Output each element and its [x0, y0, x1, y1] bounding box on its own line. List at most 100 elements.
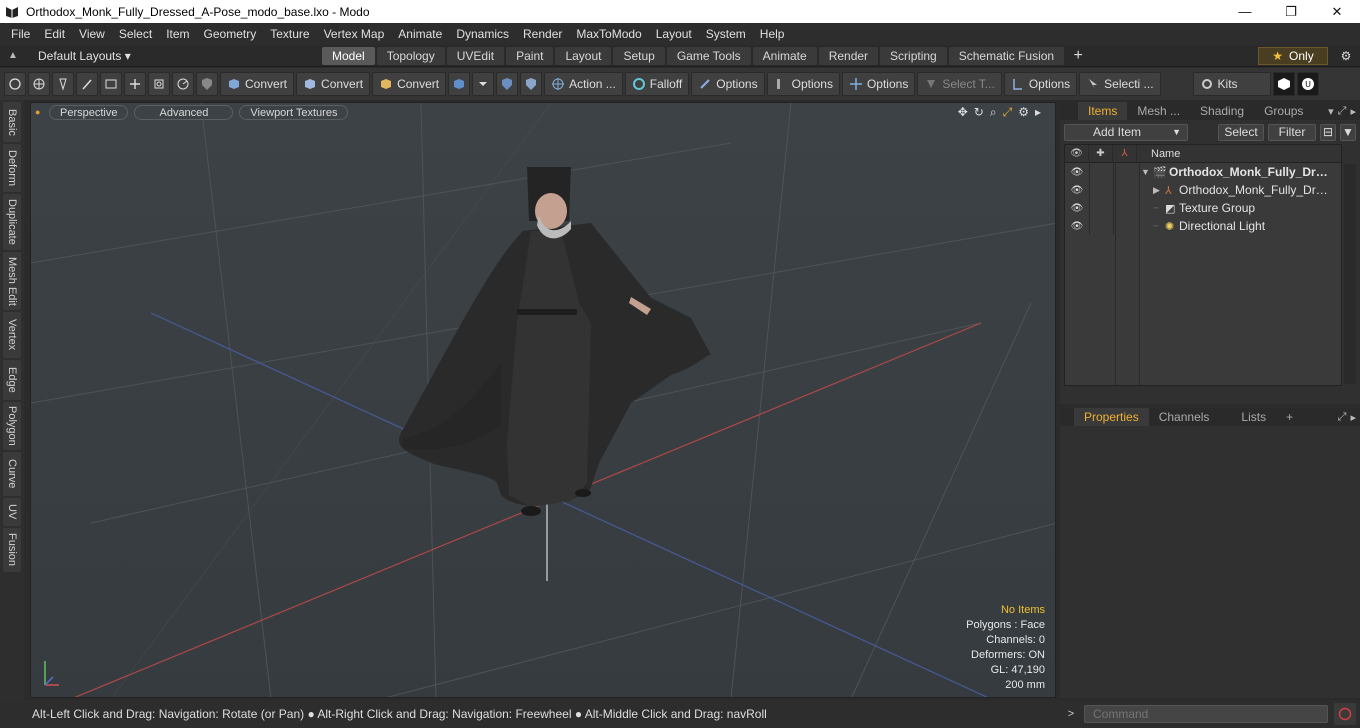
add-tab-button[interactable]: +	[1276, 408, 1303, 426]
menu-maxtomodo[interactable]: MaxToModo	[569, 23, 648, 45]
tab-groups[interactable]: Groups	[1254, 102, 1313, 120]
default-layouts-dropdown[interactable]: Default Layouts ▾	[26, 49, 322, 63]
panel-dropdown-icon[interactable]: ▾	[1328, 105, 1334, 118]
menu-edit[interactable]: Edit	[37, 23, 72, 45]
edges-icon[interactable]	[100, 72, 122, 96]
add-item-button[interactable]: Add Item ▼	[1064, 123, 1188, 141]
action-center-button[interactable]: Action ...	[544, 72, 623, 96]
options-button-2[interactable]: Options	[766, 72, 840, 96]
expand-arrow-icon[interactable]: ▶	[1153, 185, 1165, 196]
tab-mesh[interactable]: Mesh ...	[1127, 102, 1190, 120]
tab-vertex[interactable]: Vertex	[3, 312, 21, 358]
tab-paint[interactable]: Paint	[506, 46, 554, 65]
unity-icon[interactable]	[1272, 72, 1295, 96]
items-scrollbar[interactable]	[1344, 164, 1356, 384]
visibility-column-eye-icon[interactable]: 👁	[1065, 144, 1089, 163]
close-button[interactable]: ✕	[1314, 0, 1360, 23]
menu-vertex-map[interactable]: Vertex Map	[317, 23, 392, 45]
menu-select[interactable]: Select	[112, 23, 159, 45]
visibility-eye-icon[interactable]: 👁	[1065, 181, 1089, 199]
tab-lists[interactable]: Lists	[1231, 408, 1276, 426]
fit-view-icon[interactable]: ⤢	[1003, 105, 1013, 120]
expand-panel-icon[interactable]: ⤢	[1338, 105, 1347, 118]
select-through-button[interactable]: Select T...	[917, 72, 1002, 96]
tab-render[interactable]: Render	[818, 46, 879, 65]
panel-menu-icon[interactable]: ▸	[1350, 411, 1356, 424]
tab-basic[interactable]: Basic	[3, 102, 21, 142]
tab-model[interactable]: Model	[322, 46, 375, 65]
tab-uv[interactable]: UV	[3, 498, 21, 526]
brush-icon[interactable]	[76, 72, 98, 96]
3d-viewport[interactable]: ● Perspective Advanced Viewport Textures…	[30, 102, 1056, 698]
viewport-settings-icon[interactable]: ⚙	[1018, 105, 1029, 120]
convert-button-1[interactable]: Convert	[220, 72, 295, 96]
menu-animate[interactable]: Animate	[391, 23, 449, 45]
kits-button[interactable]: Kits	[1192, 72, 1271, 96]
zoom-view-icon[interactable]: ⌕	[990, 105, 997, 120]
expand-panel-icon[interactable]: ⤢	[1338, 411, 1347, 424]
command-stop-icon[interactable]	[1334, 703, 1356, 725]
pen-icon[interactable]	[52, 72, 74, 96]
shield-icon[interactable]	[196, 72, 218, 96]
pivot-icon[interactable]	[172, 72, 194, 96]
globe-icon[interactable]	[28, 72, 50, 96]
move-view-icon[interactable]: ✥	[958, 105, 968, 120]
tab-channels[interactable]: Channels	[1149, 408, 1220, 426]
tree-row-scene[interactable]: 👁 ▼ 🎬 Orthodox_Monk_Fully_Dr ...	[1065, 163, 1341, 181]
expand-arrow-icon[interactable]: ▼	[1141, 167, 1153, 177]
tab-uvedit[interactable]: UVEdit	[446, 46, 505, 65]
tab-items[interactable]: Items	[1078, 102, 1128, 120]
viewport-menu-icon[interactable]: ▸	[1035, 105, 1041, 120]
tree-row-directional-light[interactable]: 👁 ┄ ✺ Directional Light	[1065, 217, 1341, 235]
chevron-down-icon[interactable]	[472, 72, 495, 96]
filter-funnel-icon[interactable]: ▼	[1340, 123, 1356, 141]
tab-mesh-edit[interactable]: Mesh Edit	[3, 252, 21, 310]
only-button[interactable]: ★ Only	[1258, 46, 1328, 65]
viewport-textures-button[interactable]: Viewport Textures	[239, 104, 349, 120]
menu-dynamics[interactable]: Dynamics	[449, 23, 516, 45]
tree-row-texture-group[interactable]: 👁 ┄ ◩ Texture Group	[1065, 199, 1341, 217]
cube-icon[interactable]	[448, 72, 471, 96]
name-column-header[interactable]: Name	[1137, 148, 1180, 160]
command-input[interactable]	[1084, 705, 1328, 723]
tab-duplicate[interactable]: Duplicate	[3, 194, 21, 250]
collapse-all-icon[interactable]: ⊟	[1320, 123, 1336, 141]
options-button-4[interactable]: Options	[1003, 72, 1078, 96]
add-tab-button[interactable]: +	[1066, 47, 1090, 65]
menu-help[interactable]: Help	[753, 23, 792, 45]
tab-curve[interactable]: Curve	[3, 452, 21, 496]
type-column-icon[interactable]: ⅄	[1113, 144, 1137, 163]
visibility-eye-icon[interactable]: 👁	[1065, 199, 1089, 217]
tab-schematic-fusion[interactable]: Schematic Fusion	[948, 46, 1065, 65]
tab-game-tools[interactable]: Game Tools	[666, 46, 751, 65]
tab-scripting[interactable]: Scripting	[880, 46, 947, 65]
lock-column-icon[interactable]: ✚	[1089, 144, 1113, 163]
items-icon[interactable]	[148, 72, 170, 96]
perspective-button[interactable]: Perspective	[49, 104, 129, 120]
collapse-icon[interactable]: ▲	[0, 45, 26, 67]
tab-setup[interactable]: Setup	[613, 46, 665, 65]
tab-fusion[interactable]: Fusion	[3, 528, 21, 572]
filter-button[interactable]: Filter	[1268, 123, 1316, 141]
convert-button-2[interactable]: Convert	[296, 72, 371, 96]
unreal-icon[interactable]: U	[1296, 72, 1319, 96]
panel-menu-icon[interactable]: ▸	[1350, 105, 1356, 118]
menu-system[interactable]: System	[699, 23, 753, 45]
tab-polygon[interactable]: Polygon	[3, 402, 21, 450]
rotate-view-icon[interactable]: ↻	[974, 105, 984, 120]
menu-texture[interactable]: Texture	[263, 23, 316, 45]
menu-geometry[interactable]: Geometry	[197, 23, 264, 45]
tab-shading[interactable]: Shading	[1190, 102, 1254, 120]
maximize-button[interactable]: ❐	[1268, 0, 1314, 23]
menu-render[interactable]: Render	[516, 23, 569, 45]
tab-layout[interactable]: Layout	[555, 46, 612, 65]
visibility-eye-icon[interactable]: 👁	[1065, 163, 1089, 181]
menu-item[interactable]: Item	[159, 23, 196, 45]
select-button[interactable]: Select	[1218, 123, 1264, 141]
selection-button[interactable]: Selecti ...	[1079, 72, 1161, 96]
gear-icon[interactable]: ⚙	[1332, 49, 1360, 63]
visibility-eye-icon[interactable]: 👁	[1065, 217, 1089, 235]
options-button-3[interactable]: Options	[841, 72, 916, 96]
tab-animate[interactable]: Animate	[752, 46, 817, 65]
minimize-button[interactable]: —	[1222, 0, 1268, 23]
